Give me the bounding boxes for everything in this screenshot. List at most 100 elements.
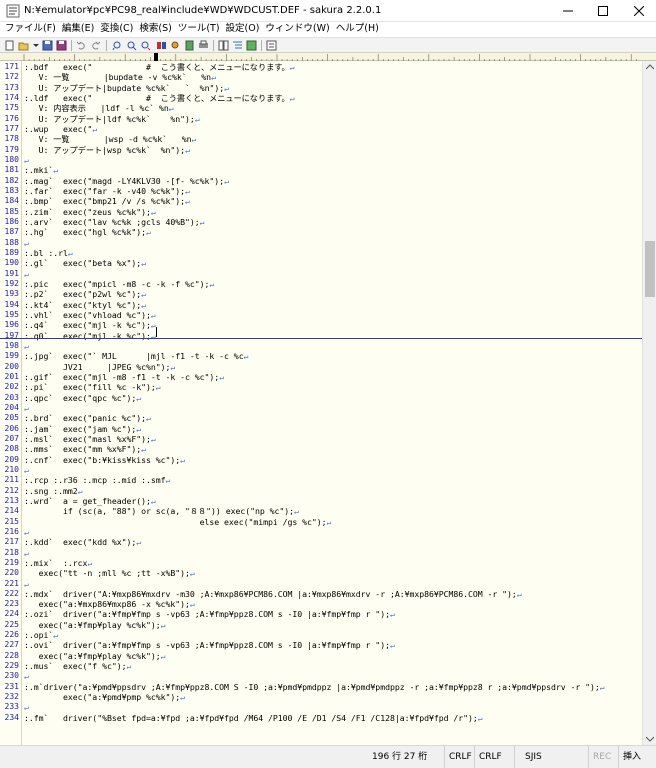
editor-line[interactable]: 229:.mus` exec("f %c");↵ [0, 661, 642, 671]
editor-line[interactable]: 223 exec("a:¥mxp86¥mxp86 -x %c%k");↵ [0, 599, 642, 609]
grep-icon[interactable] [170, 40, 181, 51]
editor-line[interactable]: 208:.mms` exec("mm %x%F");↵ [0, 444, 642, 454]
editor-line[interactable]: 215 else exec("mimpi /gs %c");↵ [0, 517, 642, 527]
search-next-icon[interactable] [140, 40, 151, 51]
encoding-indicator[interactable]: SJIS [514, 746, 588, 768]
compare-icon[interactable] [218, 40, 229, 51]
open-dropdown-icon[interactable] [30, 40, 41, 51]
eol-input-indicator[interactable]: CRLF [474, 746, 514, 768]
editor-line[interactable]: 206:.jam` exec("jam %c");↵ [0, 424, 642, 434]
editor-line[interactable]: 199:.jpg` exec("` MJL |mjl -f1 -t -k -c … [0, 351, 642, 361]
outline-icon[interactable] [232, 40, 243, 51]
editor-line[interactable]: 177:.wup exec("↵ [0, 124, 642, 134]
maximize-button[interactable] [588, 0, 618, 22]
editor-line[interactable]: 222:.mdx` driver("A:¥mxp86¥mxdrv -m30 ;A… [0, 589, 642, 599]
open-file-icon[interactable] [18, 40, 29, 51]
editor-line[interactable]: 214 if (sc(a, "88") or sc(a, "８８")) exec… [0, 506, 642, 516]
editor-line[interactable]: 212:.sng :.mm2↵ [0, 486, 642, 496]
menu-tools[interactable]: ツール(T) [175, 22, 223, 36]
editor-line[interactable]: 184:.bmp` exec("bmp21 /v /s %c%k");↵ [0, 196, 642, 206]
minimize-button[interactable] [553, 0, 583, 22]
editor-line[interactable]: 233 ↵ [0, 702, 642, 712]
redo-icon[interactable] [90, 40, 101, 51]
editor-line[interactable]: 231:.m`driver("a:¥pmd¥ppsdrv ;A:¥fmp¥ppz… [0, 682, 642, 692]
editor-line[interactable]: 188 ↵ [0, 238, 642, 248]
editor-line[interactable]: 171:.bdf exec(" # こう書くと、メニューになります。↵ [0, 62, 642, 72]
editor-line[interactable]: 178 V: 一覧 |wsp -d %c%k` %n↵ [0, 134, 642, 144]
print-icon[interactable] [198, 40, 209, 51]
editor-line[interactable]: 187:.hg` exec("hgl %c%k");↵ [0, 227, 642, 237]
editor-line[interactable]: 230 ↵ [0, 671, 642, 681]
editor-line[interactable]: 209:.cnf` exec("b:¥kiss¥kiss %c");↵ [0, 455, 642, 465]
editor-line[interactable]: 213:.wrd` a = get_fheader();↵ [0, 496, 642, 506]
editor-line[interactable]: 189:.bl :.rl↵ [0, 248, 642, 258]
new-file-icon[interactable] [4, 40, 15, 51]
insert-mode-indicator[interactable]: 挿入 [618, 746, 656, 768]
text-editor[interactable]: 171:.bdf exec(" # こう書くと、メニューになります。 ↵ 172 V… [0, 61, 642, 745]
editor-line[interactable]: 182:.mag` exec("magd -LY4KLV30 -[f- %c%k… [0, 176, 642, 186]
save-icon[interactable] [42, 40, 53, 51]
editor-line[interactable]: 201:.gif` exec("mjl -m8 -f1 -t -k -c %c"… [0, 372, 642, 382]
search-prev-icon[interactable] [112, 40, 123, 51]
editor-line[interactable]: 202:.pi` exec("fill %c -k");↵ [0, 382, 642, 392]
editor-line[interactable]: 211:.rcp :.r36 :.mcp :.mid :.smf↵ [0, 475, 642, 485]
editor-line[interactable]: 185:.zim` exec("zeus %c%k");↵ [0, 207, 642, 217]
editor-line[interactable]: 227:.ovi` driver("a:¥fmp¥fmp s -vp63 ;A:… [0, 640, 642, 650]
editor-line[interactable]: 224:.ozi` driver("a:¥fmp¥fmp s -vp63 ;A:… [0, 609, 642, 619]
editor-line[interactable]: 221 ↵ [0, 579, 642, 589]
editor-line[interactable]: 232 exec("a:¥pmd¥pmp %c%k");↵ [0, 692, 642, 702]
editor-line[interactable]: 225 exec("a:¥fmp¥play %c%k");↵ [0, 620, 642, 630]
editor-line[interactable]: 175 V: 内容表示 |ldf -l %c` %n↵ [0, 103, 642, 113]
editor-line[interactable]: 219:.mix` :.rcx↵ [0, 558, 642, 568]
menu-search[interactable]: 検索(S) [136, 22, 174, 36]
close-button[interactable] [624, 0, 654, 22]
editor-line[interactable]: 174:.ldf exec(" # こう書くと、メニューになります。↵ [0, 93, 642, 103]
editor-line[interactable]: 195:.vhl` exec("vhload %c");↵ [0, 310, 642, 320]
editor-line[interactable]: 181:.mki`↵ [0, 165, 642, 175]
editor-line[interactable]: 191 ↵ [0, 269, 642, 279]
menu-convert[interactable]: 変換(C) [97, 22, 136, 36]
editor-line[interactable]: 190:.gl` exec("beta %x");↵ [0, 258, 642, 268]
editor-line[interactable]: 210 ↵ [0, 465, 642, 475]
editor-line[interactable]: 200 JV21 |JPEG %c%n");↵ [0, 362, 642, 372]
editor-line[interactable]: 180 ↵ [0, 155, 642, 165]
scroll-down-button[interactable] [643, 733, 656, 745]
settings-icon[interactable] [246, 40, 257, 51]
editor-line[interactable]: 197:.q0` exec("mjl -k %c");↵ [0, 331, 642, 341]
editor-line[interactable]: 172 V: 一覧 |bupdate -v %c%k` %n↵ [0, 72, 642, 82]
scroll-up-button[interactable] [643, 61, 656, 73]
editor-line[interactable]: 194:.kt4` exec("ktyl %c");↵ [0, 300, 642, 310]
search-icon[interactable] [126, 40, 137, 51]
editor-line[interactable]: 220 exec("tt -n ;mll %c ;tt -x%B");↵ [0, 568, 642, 578]
editor-line[interactable]: 173 U: アップデート|bupdate %c%k` ` %n");↵ [0, 83, 642, 93]
menu-edit[interactable]: 編集(E) [59, 22, 97, 36]
save-all-icon[interactable] [56, 40, 67, 51]
editor-line[interactable]: 192:.pic exec("mpicl -m8 -c -k -f %c");↵ [0, 279, 642, 289]
editor-line[interactable]: 216 ↵ [0, 527, 642, 537]
font-settings-icon[interactable] [266, 40, 277, 51]
replace-icon[interactable] [156, 40, 167, 51]
editor-line[interactable]: 198 ↵ [0, 341, 642, 351]
cursor-position[interactable]: 196 行 27 桁 [368, 746, 444, 768]
scrollbar-thumb[interactable] [645, 241, 655, 297]
menu-file[interactable]: ファイル(F) [2, 22, 59, 36]
editor-line[interactable]: 186:.arv` exec("lav %c%k ;gcls 40%B");↵ [0, 217, 642, 227]
editor-line[interactable]: 183:.far` exec("far -k -v40 %c%k");↵ [0, 186, 642, 196]
eol-code-indicator[interactable]: CRLF [444, 746, 474, 768]
editor-line[interactable]: 179 U: アップデート|wsp %c%k` %n");↵ [0, 145, 642, 155]
menu-settings[interactable]: 設定(O) [223, 22, 263, 36]
menu-window[interactable]: ウィンドウ(W) [262, 22, 332, 36]
editor-line[interactable]: 218 ↵ [0, 548, 642, 558]
vertical-scrollbar[interactable] [642, 61, 656, 745]
editor-line[interactable]: 203:.qpc` exec("qpc %c");↵ [0, 393, 642, 403]
editor-line[interactable]: 207:.msl` exec("masl %x%F");↵ [0, 434, 642, 444]
editor-line[interactable]: 205:.brd` exec("panic %c");↵ [0, 413, 642, 423]
editor-line[interactable]: 226:.opi`↵ [0, 630, 642, 640]
editor-line[interactable]: 204 ↵ [0, 403, 642, 413]
editor-line[interactable]: 234:.fm` driver("%Bset fpd=a:¥fpd ;a:¥fp… [0, 713, 642, 723]
editor-line[interactable]: 196:.q4` exec("mjl -k %c");↵ [0, 320, 642, 330]
editor-line[interactable]: 176 U: アップデート|ldf %c%k` %n");↵ [0, 114, 642, 124]
bookmark-icon[interactable] [184, 40, 195, 51]
menu-help[interactable]: ヘルプ(H) [333, 22, 382, 36]
editor-line[interactable]: 228 exec("a:¥fmp¥play %c%k");↵ [0, 651, 642, 661]
